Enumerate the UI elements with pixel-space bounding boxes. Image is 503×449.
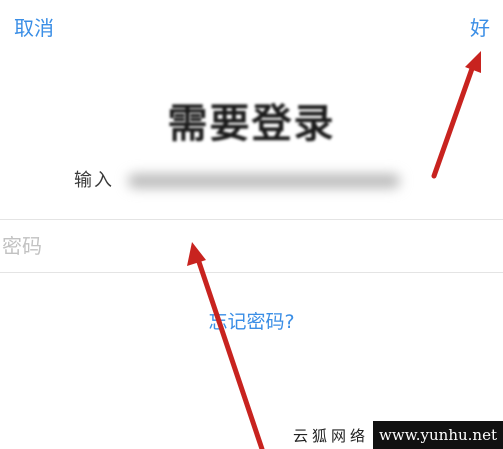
password-input[interactable] [0, 220, 480, 272]
arrow-to-password-input [187, 242, 265, 449]
blurred-account-name [128, 174, 400, 188]
watermark-cn: 云狐网络 [287, 421, 374, 449]
cancel-button[interactable]: 取消 [14, 14, 54, 42]
login-prompt: 输入 [74, 168, 400, 194]
done-button[interactable]: 好 [470, 14, 490, 42]
watermark-url: www.yunhu.net [373, 421, 503, 449]
page-title: 需要登录 [167, 101, 336, 147]
forgot-password-link[interactable]: 忘记密码? [0, 308, 503, 336]
watermark: 云狐网络 www.yunhu.net [287, 421, 503, 449]
login-prompt-label: 输入 [74, 170, 114, 191]
divider-bottom [0, 272, 503, 273]
